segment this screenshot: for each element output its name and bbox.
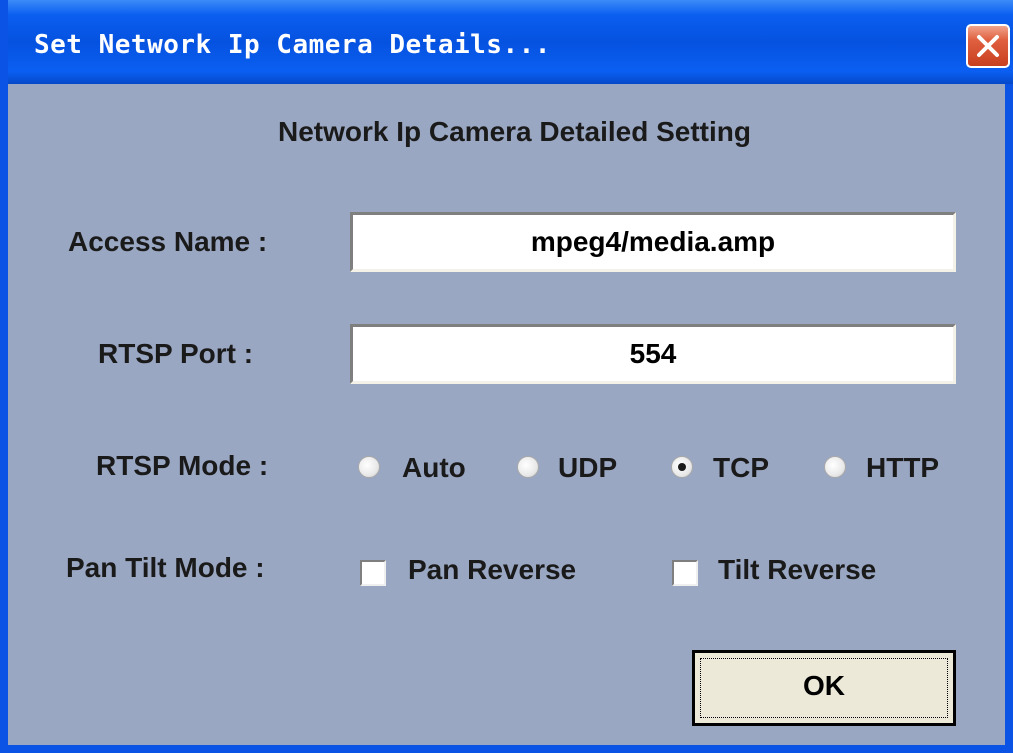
rtsp-port-input[interactable]: 554 xyxy=(350,324,956,384)
radio-http[interactable] xyxy=(824,456,846,478)
radio-http-label[interactable]: HTTP xyxy=(866,452,939,484)
window-title: Set Network Ip Camera Details... xyxy=(34,30,551,60)
ok-button-label: OK xyxy=(803,670,845,701)
radio-udp-label[interactable]: UDP xyxy=(558,452,617,484)
tilt-reverse-label[interactable]: Tilt Reverse xyxy=(718,554,876,586)
pan-tilt-mode-label: Pan Tilt Mode : xyxy=(66,552,265,583)
dialog-heading: Network Ip Camera Detailed Setting xyxy=(277,116,751,147)
tilt-reverse-checkbox[interactable] xyxy=(672,560,698,586)
radio-auto[interactable] xyxy=(358,456,380,478)
radio-selected-dot xyxy=(678,463,686,471)
radio-udp[interactable] xyxy=(517,456,539,478)
ok-button[interactable]: OK xyxy=(692,650,956,726)
rtsp-port-label: RTSP Port : xyxy=(98,338,254,369)
close-icon xyxy=(977,35,999,57)
close-button[interactable] xyxy=(966,24,1010,68)
access-name-input[interactable]: mpeg4/media.amp xyxy=(350,212,956,272)
rtsp-mode-label: RTSP Mode : xyxy=(96,450,269,481)
title-bar[interactable]: Set Network Ip Camera Details... xyxy=(8,0,1013,84)
pan-reverse-label[interactable]: Pan Reverse xyxy=(408,554,576,586)
pan-reverse-checkbox[interactable] xyxy=(360,560,386,586)
dialog-window: Set Network Ip Camera Details... Network… xyxy=(0,0,1013,753)
access-name-label: Access Name : xyxy=(68,226,268,257)
radio-auto-label[interactable]: Auto xyxy=(402,452,466,484)
radio-tcp[interactable] xyxy=(671,456,693,478)
radio-tcp-label[interactable]: TCP xyxy=(713,452,769,484)
